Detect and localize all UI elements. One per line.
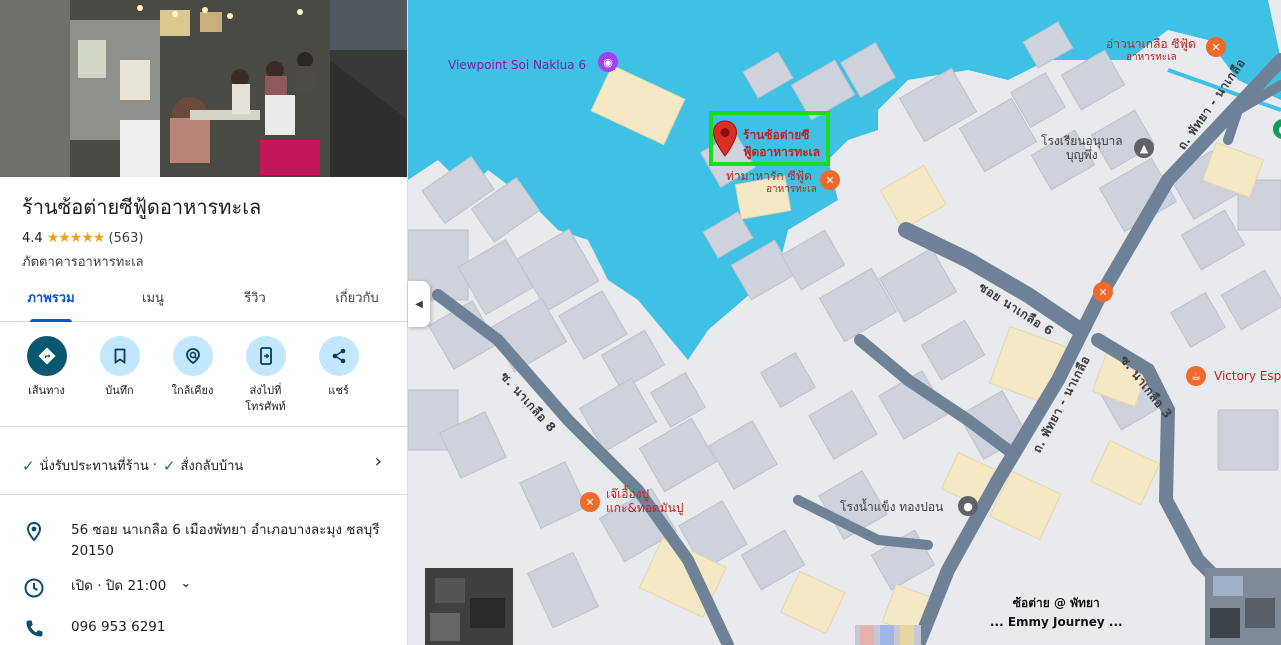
nearby-button[interactable]: ใกล้เคียง [156,336,229,415]
cafe-icon[interactable]: ☕ [1186,366,1206,386]
poi-tha-ma-harak[interactable]: ท่ามาหารัก ซีฟู้ด อาหารทะเล [726,169,817,197]
location-pin-icon [26,521,42,542]
clock-icon [24,578,44,598]
place-category[interactable]: ภัตตาคารอาหารทะเล [22,251,144,272]
restaurant-icon[interactable]: ✕ [580,492,600,512]
selected-place-label[interactable]: ร้านซ้อต่ายซี ฟู้ดอาหารทะเล [743,127,820,161]
place-title: ร้านซ้อต่ายซีฟู้ดอาหารทะเล [22,195,262,219]
place-photo[interactable] [0,0,407,177]
send-to-phone-label: ส่งไปที่โทรศัพท์ [245,384,286,413]
action-buttons: เส้นทาง บันทึก ใกล้เคียง ส่งไปที่โทรศัพท… [10,336,400,415]
place-tabs: ภาพรวม เมนู รีวิว เกี่ยวกับ [0,282,407,322]
poi-victory[interactable]: Victory Esp [1214,369,1281,383]
factory-icon[interactable]: ● [958,496,978,516]
share-label: แชร์ [328,384,349,397]
restaurant-icon[interactable]: ✕ [1093,282,1113,302]
dine-in-option: นั่งรับประทานที่ร้าน [39,459,149,474]
poi-school-line2: บุญพึ่ง [1066,148,1098,162]
poi-tha-ma-harak-name: ท่ามาหารัก ซีฟู้ด [726,169,812,183]
poi-je-euang[interactable]: เจ๊เอื้องปู แกะ&ทอดมันปู [606,487,683,515]
poi-viewpoint[interactable]: Viewpoint Soi Naklua 6 [448,58,586,72]
poi-school[interactable]: โรงเรียนอนุบาล บุญพึ่ง [1041,134,1123,162]
share-icon [318,336,359,376]
photo-thumbnail[interactable] [1205,568,1281,645]
photo-thumbnail[interactable] [855,625,921,645]
poi-ice-factory[interactable]: โรงน้ำแข็ง ทองปอน [840,500,943,514]
nearby-icon [172,336,213,376]
nearby-label: ใกล้เคียง [171,384,214,397]
poi-ao-naklua-name: อ่าวนาเกลือ ซีฟู้ด [1106,37,1196,51]
poi-je-euang-line1: เจ๊เอื้องปู [606,487,650,501]
bookmark-icon [99,336,140,376]
school-icon[interactable]: ▲ [1134,138,1154,158]
place-panel: ร้านซ้อต่ายซีฟู้ดอาหารทะเล 4.4 ★★★★★ (56… [0,0,408,645]
poi-school-line1: โรงเรียนอนุบาล [1041,134,1123,148]
address-row[interactable]: 56 ซอย นาเกลือ 6 เมืองพัทยา อำเภอบางละมุ… [22,520,402,562]
collapse-panel-button[interactable]: ◀ [408,281,430,327]
tab-reviews[interactable]: รีวิว [204,282,306,321]
send-to-phone-icon [245,336,286,376]
restaurant-icon[interactable]: ✕ [1206,37,1226,57]
takeout-option: สั่งกลับบ้าน [180,459,244,474]
hours-row[interactable]: เปิด · ปิด 21:00 ⌄ [22,576,402,600]
selected-label-line2: ฟู้ดอาหารทะเล [743,145,821,159]
chevron-right-icon[interactable]: › [375,451,382,472]
poi-ao-naklua-sub: อาหารทะเล [1126,52,1177,63]
poi-je-euang-line2: แกะ&ทอดมันปู [606,501,684,515]
chevron-left-icon: ◀ [415,298,423,310]
phone-row[interactable]: 096 953 6291 [22,617,402,641]
divider [0,494,407,495]
review-count[interactable]: (563) [108,231,143,246]
phone-icon [26,620,43,637]
checkmark-icon: ✓ [22,456,35,475]
checkmark-icon: ✓ [162,456,176,475]
hours-text: เปิด · ปิด 21:00 [71,578,167,594]
watermark-line1: ซ้อต่าย @ พัทยา [1012,596,1100,610]
service-options-row[interactable]: ✓ นั่งรับประทานที่ร้าน · ✓ สั่งกลับบ้าน … [22,451,382,476]
map-canvas[interactable]: ◉ Viewpoint Soi Naklua 6 ✕ อ่าวนาเกลือ ซ… [408,0,1281,645]
map-graphics [408,0,1281,645]
directions-icon [26,336,67,376]
poi-tha-ma-harak-sub: อาหารทะเล [766,184,817,195]
chevron-down-icon[interactable]: ⌄ [180,576,191,591]
tab-about[interactable]: เกี่ยวกับ [306,282,407,321]
directions-label: เส้นทาง [28,384,65,397]
address-text: 56 ซอย นาเกลือ 6 เมืองพัทยา อำเภอบางละมุ… [71,522,380,559]
save-button[interactable]: บันทึก [83,336,156,415]
tab-menu[interactable]: เมนู [102,282,204,321]
selected-label-line1: ร้านซ้อต่ายซี [743,128,810,142]
rating-value: 4.4 [22,230,43,246]
watermark: ซ้อต่าย @ พัทยา ... Emmy Journey ... [990,594,1123,632]
rating-stars-icon: ★★★★★ [46,230,106,246]
photo-thumbnail[interactable] [425,568,513,645]
phone-text: 096 953 6291 [71,619,166,635]
share-button[interactable]: แชร์ [302,336,375,415]
rating-row[interactable]: 4.4 ★★★★★ (563) [22,230,143,246]
separator-dot: · [152,458,157,473]
divider [0,426,407,427]
restaurant-icon[interactable]: ✕ [820,170,840,190]
save-label: บันทึก [105,384,134,397]
watermark-line2: ... Emmy Journey ... [990,615,1123,629]
directions-button[interactable]: เส้นทาง [10,336,83,415]
tab-overview[interactable]: ภาพรวม [0,282,102,322]
poi-ao-naklua[interactable]: อ่าวนาเกลือ ซีฟู้ด อาหารทะเล [1106,37,1196,65]
send-to-phone-button[interactable]: ส่งไปที่โทรศัพท์ [229,336,302,415]
camera-icon[interactable]: ◉ [598,52,618,72]
